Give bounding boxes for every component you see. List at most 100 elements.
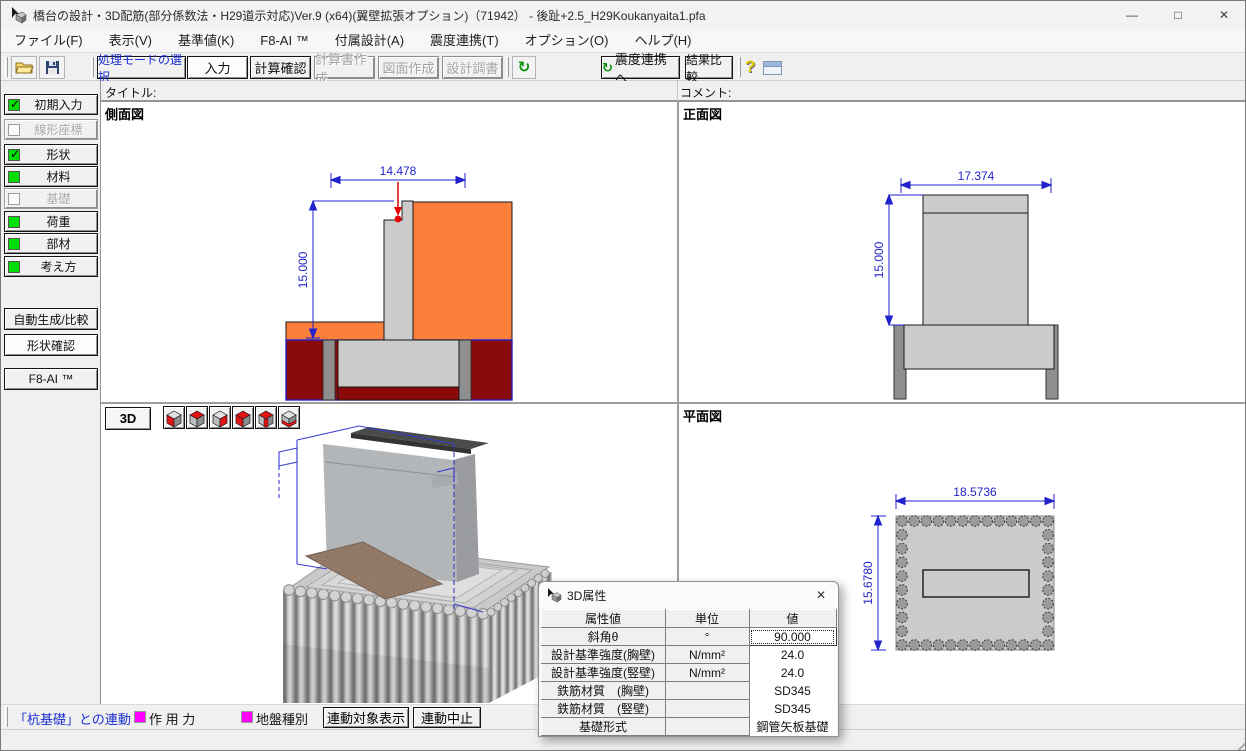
dialog-titlebar[interactable]: 3D属性 ✕ bbox=[539, 582, 838, 608]
menu-file[interactable]: ファイル(F) bbox=[1, 29, 96, 52]
app-icon bbox=[9, 6, 27, 24]
side-view-drawing[interactable]: 14.478 15.000 bbox=[101, 102, 677, 402]
dialog-icon bbox=[546, 587, 562, 603]
toolbar-grip[interactable] bbox=[5, 57, 8, 77]
seismic-sync-icon-button[interactable]: ↻ bbox=[512, 56, 536, 79]
window-title: 橋台の設計・3D配筋(部分係数法・H29道示対応)Ver.9 (x64)(翼壁拡… bbox=[33, 7, 706, 24]
sidebar-item-approach[interactable]: 考え方 bbox=[4, 256, 98, 277]
value-cell[interactable]: 24.0 bbox=[749, 646, 836, 664]
checkbox-filled-icon bbox=[8, 171, 20, 183]
f8-ai-button[interactable]: F8-AI ™ bbox=[4, 368, 98, 390]
table-row: 鉄筋材質 (胸壁)SD345 bbox=[541, 682, 836, 700]
table-row: 基礎形式鋼管矢板基礎 bbox=[541, 718, 836, 736]
checkbox-empty-icon bbox=[8, 124, 20, 136]
mode-report-button[interactable]: 計算書作成 bbox=[314, 56, 375, 79]
bearing-marker bbox=[394, 182, 402, 222]
menu-f8ai[interactable]: F8-AI ™ bbox=[247, 29, 321, 52]
horizontal-divider bbox=[101, 402, 1246, 404]
checkbox-empty-icon bbox=[8, 193, 20, 205]
resize-grip[interactable] bbox=[1232, 737, 1246, 751]
show-link-targets-button[interactable]: 連動対象表示 bbox=[323, 707, 409, 728]
checkbox-checked-icon bbox=[8, 99, 20, 111]
legend-soil-type-label: 地盤種別 bbox=[256, 709, 308, 728]
form-window-icon[interactable] bbox=[763, 61, 782, 75]
mode-select-label: 処理モードの選択 bbox=[97, 56, 186, 79]
legend-action-force-label: 作 用 力 bbox=[149, 709, 195, 728]
sidebar: 初期入力 線形座標 形状 材料 基礎 荷重 部材 考え方 自動生成/比較 形状確… bbox=[1, 81, 101, 704]
table-row: 設計基準強度(胸壁)N/mm²24.0 bbox=[541, 646, 836, 664]
table-row: 鉄筋材質 (竪壁)SD345 bbox=[541, 700, 836, 718]
top-slab-3d bbox=[351, 427, 489, 454]
table-header-row: 属性値 単位 値 bbox=[541, 610, 836, 628]
view-front-icon[interactable] bbox=[163, 406, 185, 429]
mode-drawing-button[interactable]: 図面作成 bbox=[378, 56, 439, 79]
front-height-dim: 15.000 bbox=[872, 241, 886, 278]
value-cell[interactable]: 24.0 bbox=[749, 664, 836, 682]
sidebar-item-foundation[interactable]: 基礎 bbox=[4, 188, 98, 209]
view-bottom-icon[interactable] bbox=[278, 406, 300, 429]
cancel-link-button[interactable]: 連動中止 bbox=[413, 707, 481, 728]
toolbar-grip[interactable] bbox=[5, 707, 8, 727]
footing-plan bbox=[896, 516, 1054, 650]
toolbar-grip[interactable] bbox=[738, 57, 741, 77]
abutment-front-elevation bbox=[894, 195, 1058, 399]
sidebar-item-material[interactable]: 材料 bbox=[4, 166, 98, 187]
menu-options[interactable]: オプション(O) bbox=[512, 29, 622, 52]
app-window: 橋台の設計・3D配筋(部分係数法・H29道示対応)Ver.9 (x64)(翼壁拡… bbox=[0, 0, 1246, 751]
value-cell[interactable]: SD345 bbox=[749, 700, 836, 718]
refresh-icon: ↻ bbox=[602, 61, 613, 74]
checkbox-filled-icon bbox=[8, 261, 20, 273]
open-file-button[interactable] bbox=[11, 56, 37, 79]
checkbox-checked-icon bbox=[8, 149, 20, 161]
plan-view-label: 平面図 bbox=[682, 406, 723, 425]
value-cell[interactable]: 90.000 bbox=[749, 628, 836, 646]
pile-link-label: 「杭基礎」との連動 bbox=[14, 709, 131, 728]
view-top-icon[interactable] bbox=[255, 406, 277, 429]
toolbar-grip[interactable] bbox=[91, 57, 94, 77]
menu-seismic-link[interactable]: 震度連携(T) bbox=[417, 29, 512, 52]
menu-view[interactable]: 表示(V) bbox=[96, 29, 165, 52]
seismic-link-button[interactable]: ↻ 震度連携へ bbox=[601, 56, 680, 79]
comment-field-label: コメント: bbox=[680, 84, 731, 101]
checkbox-filled-icon bbox=[8, 238, 20, 250]
sidebar-item-shape[interactable]: 形状 bbox=[4, 144, 98, 165]
save-button[interactable] bbox=[39, 56, 65, 79]
front-view-drawing[interactable]: 17.374 15.000 bbox=[679, 102, 1246, 402]
front-view-label: 正面図 bbox=[682, 104, 723, 123]
folder-open-icon bbox=[15, 60, 34, 75]
3d-button[interactable]: 3D bbox=[105, 407, 151, 430]
view-back-icon[interactable] bbox=[186, 406, 208, 429]
title-field-label: タイトル: bbox=[105, 84, 156, 101]
mode-calc-check-button[interactable]: 計算確認 bbox=[250, 56, 311, 79]
auto-generate-compare-button[interactable]: 自動生成/比較 bbox=[4, 308, 98, 330]
minimize-button[interactable]: — bbox=[1109, 1, 1155, 29]
menu-standards[interactable]: 基準値(K) bbox=[165, 29, 247, 52]
titlebar[interactable]: 橋台の設計・3D配筋(部分係数法・H29道示対応)Ver.9 (x64)(翼壁拡… bbox=[1, 1, 1246, 29]
sidebar-item-initial-input[interactable]: 初期入力 bbox=[4, 94, 98, 115]
sidebar-item-alignment-coords[interactable]: 線形座標 bbox=[4, 119, 98, 140]
dialog-title: 3D属性 bbox=[567, 587, 804, 604]
value-cell[interactable]: SD345 bbox=[749, 682, 836, 700]
shape-confirm-button[interactable]: 形状確認 bbox=[4, 334, 98, 356]
mode-design-doc-button[interactable]: 設計調書 bbox=[442, 56, 503, 79]
main-toolbar: 処理モードの選択 入力 計算確認 計算書作成 図面作成 設計調書 ↻ ↻ 震度連… bbox=[1, 53, 1246, 81]
value-cell[interactable]: 鋼管矢板基礎 bbox=[749, 718, 836, 736]
table-row: 設計基準強度(竪壁)N/mm²24.0 bbox=[541, 664, 836, 682]
plan-height-dim: 15.6780 bbox=[861, 561, 875, 605]
side-height-dim: 15.000 bbox=[296, 251, 310, 288]
help-icon[interactable]: ? bbox=[745, 57, 755, 77]
toolbar-grip[interactable] bbox=[506, 57, 509, 77]
mode-input-button[interactable]: 入力 bbox=[187, 56, 248, 79]
front-width-dim: 17.374 bbox=[958, 169, 995, 183]
dialog-close-icon[interactable]: ✕ bbox=[804, 583, 838, 607]
save-icon bbox=[45, 60, 60, 75]
view-right-icon[interactable] bbox=[209, 406, 231, 429]
side-width-dim: 14.478 bbox=[380, 164, 417, 178]
sidebar-item-load[interactable]: 荷重 bbox=[4, 211, 98, 232]
result-compare-button[interactable]: 結果比較 bbox=[685, 56, 733, 79]
checkbox-filled-icon bbox=[8, 216, 20, 228]
view-left-icon[interactable] bbox=[232, 406, 254, 429]
maximize-button[interactable]: □ bbox=[1155, 1, 1201, 29]
close-button[interactable]: ✕ bbox=[1201, 1, 1246, 29]
sidebar-item-member[interactable]: 部材 bbox=[4, 233, 98, 254]
